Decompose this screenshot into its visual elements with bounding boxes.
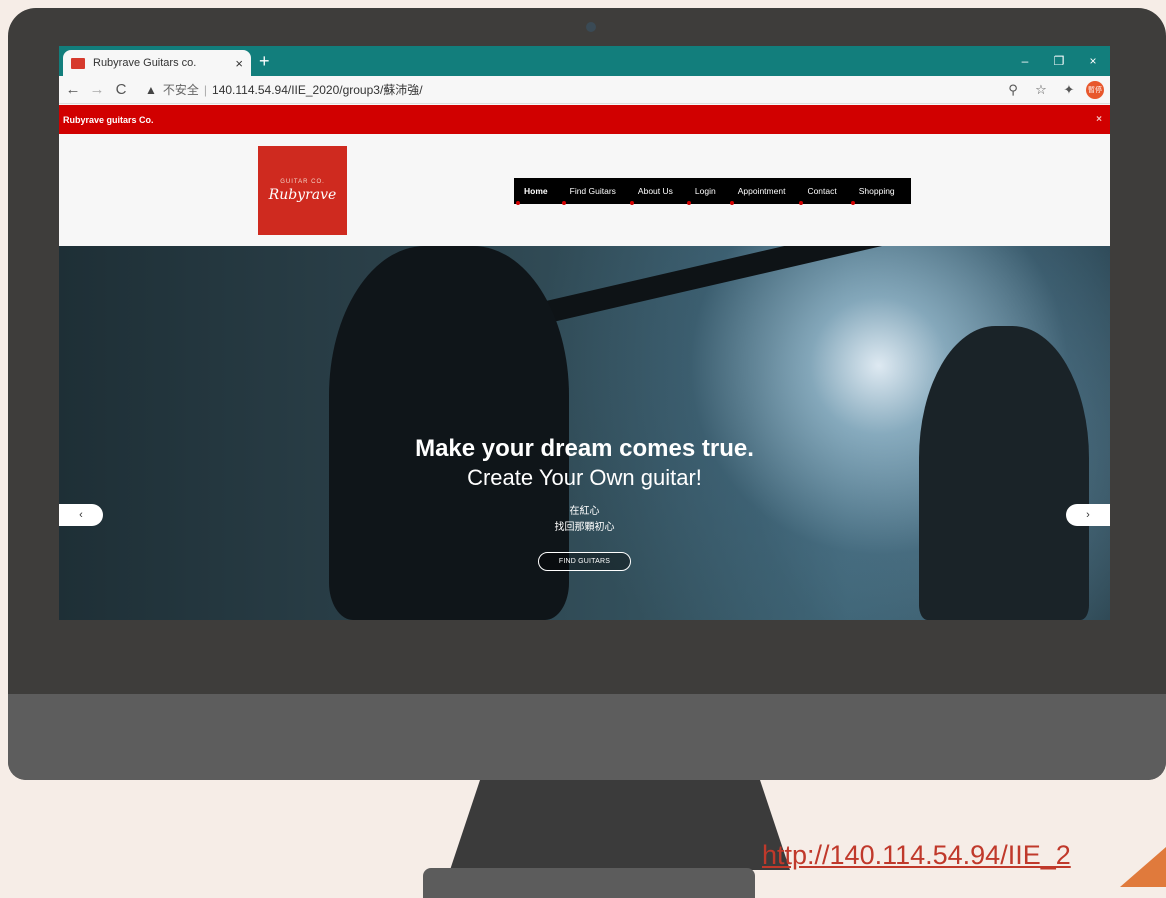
logo-subtitle: GUITAR CO. (280, 178, 325, 185)
url-input[interactable]: 140.114.54.94/IIE_2020/group3/蘇沛強/ (212, 81, 423, 98)
extension-icon[interactable]: ✦ (1058, 82, 1080, 98)
promo-url-link[interactable]: http://140.114.54.94/IIE_2 (762, 840, 1071, 871)
tab-close-icon[interactable]: × (235, 56, 243, 71)
hero-title: Make your dream comes true. (415, 435, 754, 462)
corner-accent (1120, 847, 1166, 887)
menu-item-contact[interactable]: Contact (799, 186, 837, 205)
announcement-text: Rubyrave guitars Co. (63, 114, 154, 125)
site-logo[interactable]: GUITAR CO. Rubyrave (258, 146, 347, 235)
hero-tagline-1: 在紅心 (569, 506, 600, 517)
main-menu: Home Find Guitars About Us Login Appoint… (514, 178, 911, 205)
bookmark-star-icon[interactable]: ☆ (1030, 82, 1052, 98)
camera-dot (586, 22, 596, 32)
monitor-stand (450, 780, 790, 870)
profile-avatar[interactable]: 暫停 (1086, 80, 1104, 99)
zoom-icon[interactable]: ⚲ (1002, 82, 1024, 98)
window-controls: – ❐ × (1008, 46, 1110, 76)
menu-item-home[interactable]: Home (516, 186, 548, 205)
back-icon[interactable]: ← (63, 81, 83, 98)
hero-carousel: Make your dream comes true. Create Your … (59, 246, 1110, 620)
browser-screen: Rubyrave Guitars co. × + – ❐ × ← → C ▲ 不… (59, 46, 1110, 620)
tab-bar: Rubyrave Guitars co. × + – ❐ × (59, 46, 1110, 76)
restore-button[interactable]: ❐ (1042, 54, 1076, 68)
insecure-label[interactable]: 不安全 (163, 81, 199, 98)
menu-item-find-guitars[interactable]: Find Guitars (561, 186, 616, 205)
hero-copy: Make your dream comes true. Create Your … (59, 434, 1110, 571)
tab-title: Rubyrave Guitars co. (93, 57, 197, 69)
site-header: GUITAR CO. Rubyrave Home Find Guitars Ab… (59, 134, 1110, 246)
new-tab-button[interactable]: + (259, 51, 270, 72)
carousel-prev-button[interactable]: ‹ (59, 504, 103, 526)
menu-item-about-us[interactable]: About Us (629, 186, 673, 205)
menu-item-shopping[interactable]: Shopping (850, 186, 895, 205)
url-separator: | (203, 82, 208, 97)
menu-item-login[interactable]: Login (686, 186, 716, 205)
menu-item-appointment[interactable]: Appointment (729, 186, 785, 205)
hero-tagline-2: 找回那顆初心 (554, 522, 615, 533)
warning-icon[interactable]: ▲ (145, 83, 157, 97)
monitor-stand-base (423, 868, 755, 898)
hero-subtitle: Create Your Own guitar! (467, 465, 702, 490)
monitor-chin (8, 694, 1166, 780)
find-guitars-button[interactable]: FIND GUITARS (537, 552, 632, 571)
close-window-button[interactable]: × (1076, 54, 1110, 68)
address-actions: ⚲ ☆ ✦ 暫停 (1002, 76, 1110, 103)
browser-tab[interactable]: Rubyrave Guitars co. × (63, 50, 251, 76)
minimize-button[interactable]: – (1008, 54, 1042, 68)
carousel-next-button[interactable]: › (1066, 504, 1110, 526)
announcement-close-icon[interactable]: × (1096, 114, 1102, 125)
favicon-icon (71, 57, 85, 69)
reload-icon[interactable]: C (111, 81, 131, 98)
announcement-bar: Rubyrave guitars Co. × (59, 105, 1110, 134)
forward-icon[interactable]: → (87, 81, 107, 98)
address-bar: ← → C ▲ 不安全 | 140.114.54.94/IIE_2020/gro… (59, 76, 1110, 104)
logo-name: Rubyrave (268, 186, 337, 203)
